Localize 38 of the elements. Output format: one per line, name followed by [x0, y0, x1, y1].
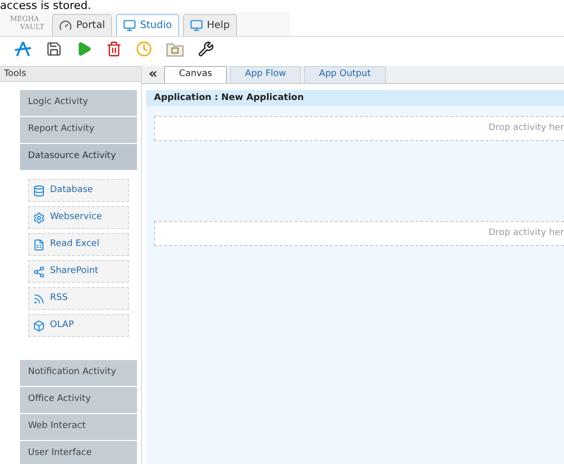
- category-header[interactable]: Office Activity: [20, 387, 137, 413]
- cube-icon: [33, 320, 45, 332]
- canvas-tab[interactable]: Canvas: [164, 66, 228, 83]
- application-title-bar: Application : New Application: [146, 90, 564, 106]
- activity-item[interactable]: Database: [28, 179, 129, 202]
- flow-icon[interactable]: [14, 40, 32, 56]
- sidebar-header: Tools: [0, 66, 141, 82]
- canvas-tab[interactable]: App Flow: [230, 66, 302, 83]
- top-tab[interactable]: Help: [182, 14, 237, 36]
- save-icon[interactable]: [46, 40, 62, 56]
- category-header[interactable]: Datasource Activity: [20, 144, 137, 170]
- monitor-icon: [123, 19, 136, 32]
- tools-icon[interactable]: [198, 40, 214, 56]
- category-header[interactable]: Logic Activity: [20, 90, 137, 116]
- database-icon: [33, 184, 45, 196]
- caption-text: access is stored.: [0, 0, 92, 12]
- top-tab[interactable]: Studio: [116, 14, 179, 36]
- rss-icon: [33, 292, 45, 304]
- activity-item[interactable]: Read Excel: [28, 233, 129, 256]
- category-header[interactable]: Notification Activity: [20, 360, 137, 386]
- gear-icon: [33, 212, 45, 224]
- gauge-icon: [59, 19, 72, 32]
- activity-item[interactable]: RSS: [28, 287, 129, 310]
- collapse-button[interactable]: «: [142, 65, 164, 83]
- activity-item[interactable]: OLAP: [28, 314, 129, 337]
- delete-icon[interactable]: [106, 40, 122, 56]
- folder-icon[interactable]: [166, 40, 184, 56]
- share-icon: [33, 266, 45, 278]
- monitor-icon: [190, 19, 203, 32]
- activity-item[interactable]: SharePoint: [28, 260, 129, 283]
- activity-item[interactable]: Webservice: [28, 206, 129, 229]
- category-header[interactable]: User Interface: [20, 441, 137, 464]
- canvas-tab[interactable]: App Output: [304, 66, 386, 83]
- spreadsheet-icon: [33, 238, 45, 250]
- run-icon[interactable]: [76, 40, 92, 56]
- top-tab[interactable]: Portal: [52, 14, 112, 36]
- category-header[interactable]: Web Interact: [20, 414, 137, 440]
- category-header[interactable]: Report Activity: [20, 117, 137, 143]
